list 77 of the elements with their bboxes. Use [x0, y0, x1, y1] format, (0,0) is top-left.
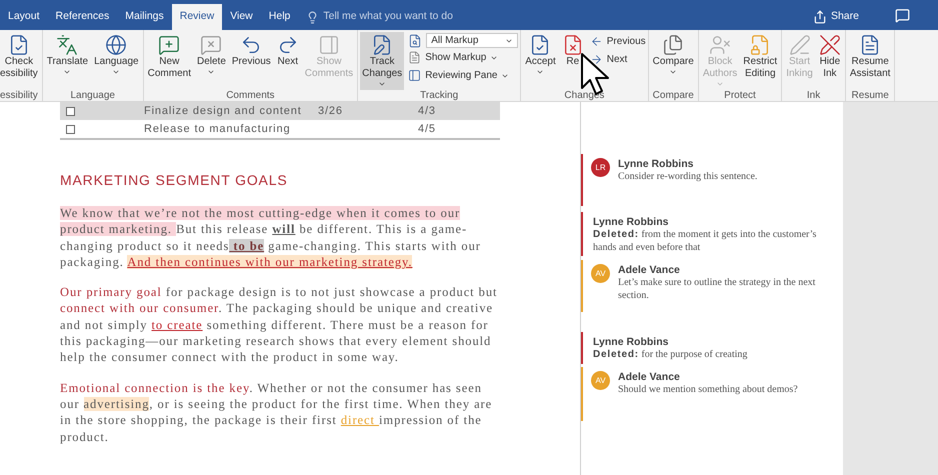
ribbon-button[interactable]: Accept — [523, 32, 558, 90]
table-cell-text: Release to manufacturing — [144, 122, 292, 137]
comment-text: Should we mention something about demos? — [618, 384, 798, 396]
table-row[interactable]: Release to manufacturing 4/5 — [60, 120, 500, 138]
ribbon-button[interactable]: Reviewing Pane — [408, 67, 518, 84]
right-arrow-icon — [590, 53, 603, 66]
paragraph: Emotional connection is the key. Whether or not the consumer has seen our advertising, or is seeing the product for the first time. When they are in the store shopping, the package is their first direct impression of the product. — [60, 380, 494, 445]
ribbon-button[interactable]: Next — [274, 32, 301, 90]
checkbox[interactable] — [66, 106, 75, 116]
user-block-icon — [709, 34, 732, 56]
group-label: Language — [69, 90, 116, 102]
ribbon-tab[interactable]: Review — [172, 4, 222, 30]
group-label: Changes — [563, 90, 606, 102]
ribbon-tab[interactable]: Mailings — [117, 4, 172, 30]
ribbon-button[interactable]: New Comment — [146, 32, 193, 90]
tell-me-field[interactable]: Tell me what you want to do — [298, 4, 461, 30]
ribbon-button[interactable]: Resume Assistant — [848, 32, 892, 90]
ribbon-button[interactable]: Restrict Editing — [741, 32, 780, 90]
group-label: Protect — [723, 90, 757, 102]
avatar: AV — [591, 371, 610, 390]
change-author: Lynne Robbins — [593, 336, 670, 349]
speech-bubble-plus-icon — [158, 34, 180, 56]
documents-icon — [662, 34, 684, 56]
ribbon-button[interactable]: Delete — [194, 32, 228, 90]
paragraph: We know that we’re not the most cutting-edge when it comes to our product marketing. But this release will be different. This is a game-changing product so it needs to be game-changing. This starts with our packaging. And then continues with our marketing strategy. — [60, 205, 482, 270]
table-row[interactable]: Finalize design and content 3/26 4/3 — [60, 102, 500, 120]
checkbox[interactable] — [66, 124, 75, 134]
comments-icon[interactable] — [895, 8, 910, 23]
ribbon-tab[interactable]: View — [222, 4, 261, 30]
document-icon — [408, 51, 422, 64]
comment-text: Let’s make sure to outline the strategy in the next section. — [618, 277, 816, 302]
comment-author: Adele Vance — [618, 264, 681, 277]
deleted-text: Deleted: from the moment it gets into the customer’s hands and even before that — [593, 229, 818, 254]
ribbon-button[interactable]: Check essibility — [0, 32, 40, 90]
ribbon-button[interactable]: Compare — [650, 32, 696, 90]
table-cell-text: 3/26 — [318, 104, 344, 119]
comment-author: Lynne Robbins — [618, 158, 694, 171]
ribbon-button[interactable]: Language — [92, 32, 141, 90]
left-arrow-icon — [590, 35, 603, 48]
lightbulb-icon — [306, 10, 320, 24]
ribbon-button[interactable]: Track Changes — [360, 32, 404, 90]
ribbon-button[interactable]: Previous — [590, 33, 646, 50]
table-cell-text: 4/5 — [418, 122, 437, 137]
pen-off-icon — [818, 34, 841, 56]
avatar: AV — [591, 264, 610, 283]
ribbon-tab[interactable]: Help — [260, 4, 298, 30]
group-label: Compare — [652, 90, 695, 102]
translate-icon — [56, 34, 78, 56]
change-author: Lynne Robbins — [593, 216, 670, 229]
group-label: Resume — [850, 90, 890, 102]
ribbon-button[interactable]: Show Markup — [408, 49, 518, 66]
panel-icon — [408, 69, 422, 82]
table-cell-text: 4/3 — [418, 104, 437, 119]
panel-icon — [318, 34, 340, 56]
group-label: Comments — [225, 90, 276, 102]
section-heading: MARKETING SEGMENT GOALS — [60, 171, 289, 190]
globe-icon — [105, 34, 128, 56]
group-label: essibility — [0, 90, 39, 102]
paragraph: Our primary goal for package design is to not just showcase a product but connect with our consumer. The packaging should be unique and creative and not simply to create something different. There must be a reason for this packaging—our marketing research shows that every element should help the consumer connect with the product in some way. — [60, 284, 498, 366]
share-icon — [812, 10, 827, 24]
avatar: LR — [591, 158, 610, 177]
ribbon-button[interactable]: Translate — [44, 32, 90, 90]
group-label: Ink — [806, 90, 822, 102]
comment-author: Adele Vance — [618, 371, 681, 384]
ribbon-button[interactable]: Hide Ink — [816, 32, 843, 90]
ribbon-tab[interactable]: References — [48, 4, 118, 30]
table-cell-text: Finalize design and content — [144, 104, 303, 119]
group-label: Tracking — [419, 90, 460, 102]
ribbon-button[interactable]: Previous — [230, 32, 273, 90]
deleted-text: Deleted: for the purpose of creating — [593, 349, 748, 362]
share-button[interactable]: Share — [804, 4, 867, 30]
document-icon — [408, 34, 422, 48]
ribbon-tab[interactable]: Layout — [0, 4, 48, 30]
comment-text: Consider re-wording this sentence. — [618, 171, 758, 184]
speech-bubble-x-icon — [200, 34, 222, 56]
markup-select[interactable]: All Markup — [426, 33, 518, 48]
pen-icon — [788, 34, 811, 56]
